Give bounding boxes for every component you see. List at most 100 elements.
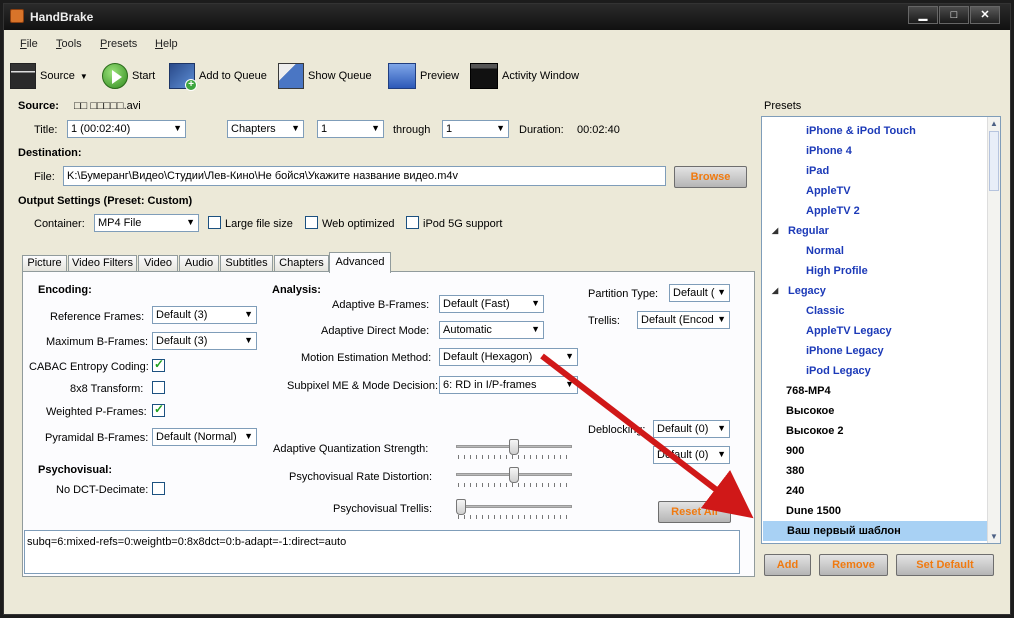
presets-list[interactable]: ▲ ▼ iPhone & iPod Touch iPhone 4 iPad Apple… — [761, 116, 1001, 544]
chapters-mode-select[interactable]: Chapters ▼ — [227, 120, 304, 138]
transform-8x8-checkbox[interactable] — [152, 381, 165, 394]
start-button[interactable]: Start — [102, 62, 155, 90]
toolbar: Source ▼ Start + Add to Queue Show Queue… — [4, 56, 1010, 94]
minimize-button[interactable]: ▁ — [908, 6, 938, 24]
browse-button[interactable]: Browse — [674, 166, 747, 188]
web-optimized-checkbox[interactable] — [305, 216, 318, 229]
title-bar[interactable]: HandBrake ▁ □ ✕ — [4, 4, 1010, 30]
deblocking-strength-select[interactable]: Default (0) ▼ — [653, 420, 730, 438]
remove-preset-button[interactable]: Remove — [819, 554, 888, 576]
chapter-start-select[interactable]: 1 ▼ — [317, 120, 384, 138]
menu-help[interactable]: Help — [155, 38, 178, 50]
presets-heading: Presets — [764, 100, 802, 112]
clapperboard-icon — [10, 63, 36, 89]
tab-subtitles[interactable]: Subtitles — [220, 255, 273, 272]
psy-trellis-slider[interactable] — [454, 499, 574, 523]
activity-window-button[interactable]: Activity Window — [470, 62, 579, 90]
preset-item[interactable]: AppleTV 2 — [762, 201, 988, 221]
add-to-queue-icon: + — [169, 63, 197, 91]
large-file-checkbox[interactable] — [208, 216, 221, 229]
preset-item[interactable]: AppleTV Legacy — [762, 321, 988, 341]
tab-picture[interactable]: Picture — [22, 255, 67, 272]
container-select[interactable]: MP4 File ▼ — [94, 214, 199, 232]
reset-all-button[interactable]: Reset All — [658, 501, 731, 523]
preset-item[interactable]: 380 — [762, 461, 988, 481]
tab-video-filters[interactable]: Video Filters — [68, 255, 137, 272]
aq-strength-thumb[interactable] — [509, 439, 519, 455]
cabac-checkbox[interactable] — [152, 357, 165, 372]
reference-frames-select[interactable]: Default (3) ▼ — [152, 306, 257, 324]
preview-button[interactable]: Preview — [388, 62, 459, 90]
preset-item[interactable]: iPhone Legacy — [762, 341, 988, 361]
deblocking-threshold-select[interactable]: Default (0) ▼ — [653, 446, 730, 464]
motion-estimation-select[interactable]: Default (Hexagon) ▼ — [439, 348, 578, 366]
menu-file[interactable]: File — [20, 38, 38, 50]
aq-strength-slider[interactable] — [454, 439, 574, 463]
destination-file-input[interactable]: K:\Бумеранг\Видео\Студии\Лев-Кино\Не бой… — [63, 166, 666, 186]
subpixel-me-select[interactable]: 6: RD in I/P-frames ▼ — [439, 376, 578, 394]
expand-triangle-icon[interactable]: ◢ — [772, 281, 778, 301]
preset-item[interactable]: iPod Legacy — [762, 361, 988, 381]
preset-item[interactable]: 900 — [762, 441, 988, 461]
preset-item[interactable]: AppleTV — [762, 181, 988, 201]
scroll-up-icon[interactable]: ▲ — [988, 117, 1000, 130]
x264-query-textbox[interactable]: subq=6:mixed-refs=0:weightb=0:8x8dct=0:b… — [24, 530, 740, 574]
preset-item[interactable]: 768-MP4 — [762, 381, 988, 401]
preset-item[interactable]: ◢ Legacy — [762, 281, 988, 301]
preset-item[interactable]: ◢ Regular — [762, 221, 988, 241]
preset-item-label: Высокое — [786, 405, 835, 417]
psy-trellis-thumb[interactable] — [456, 499, 466, 515]
presets-scrollbar[interactable]: ▲ ▼ — [987, 117, 1000, 543]
menu-tools[interactable]: Tools — [56, 38, 82, 50]
menu-presets[interactable]: Presets — [100, 38, 137, 50]
tab-audio[interactable]: Audio — [179, 255, 219, 272]
adaptive-direct-mode-value: Automatic — [443, 324, 492, 336]
add-to-queue-button[interactable]: + Add to Queue — [169, 62, 267, 91]
tab-chapters[interactable]: Chapters — [274, 255, 329, 272]
source-button[interactable]: Source ▼ — [10, 62, 88, 90]
close-button[interactable]: ✕ — [970, 6, 1000, 24]
adaptive-b-frames-select[interactable]: Default (Fast) ▼ — [439, 295, 544, 313]
preset-item-label: 900 — [786, 445, 805, 457]
maximum-b-frames-select[interactable]: Default (3) ▼ — [152, 332, 257, 350]
chevron-down-icon: ▼ — [717, 314, 726, 324]
analysis-heading: Analysis: — [272, 284, 321, 296]
preset-item[interactable]: Normal — [762, 241, 988, 261]
psy-rd-thumb[interactable] — [509, 467, 519, 483]
adaptive-direct-mode-select[interactable]: Automatic ▼ — [439, 321, 544, 339]
ipod-5g-checkbox[interactable] — [406, 216, 419, 229]
preset-item[interactable]: Dune 1500 — [762, 501, 988, 521]
psy-rd-slider[interactable] — [454, 467, 574, 491]
no-dct-decimate-checkbox[interactable] — [152, 482, 165, 495]
title-select[interactable]: 1 (00:02:40) ▼ — [67, 120, 186, 138]
maximize-button[interactable]: □ — [939, 6, 969, 24]
set-default-preset-button[interactable]: Set Default — [896, 554, 994, 576]
chevron-down-icon: ▼ — [244, 335, 253, 345]
preset-item[interactable]: Высокое — [762, 401, 988, 421]
expand-triangle-icon[interactable]: ◢ — [772, 221, 778, 241]
scroll-down-icon[interactable]: ▼ — [988, 530, 1000, 543]
destination-heading: Destination: — [18, 147, 82, 159]
preset-item[interactable]: High Profile — [762, 261, 988, 281]
preset-item[interactable]: iPhone & iPod Touch — [762, 121, 988, 141]
chevron-down-icon: ▼ — [173, 123, 182, 133]
weighted-p-frames-checkbox[interactable] — [152, 402, 165, 417]
show-queue-button[interactable]: Show Queue — [278, 62, 372, 90]
preset-item[interactable]: 240 — [762, 481, 988, 501]
pyramidal-b-frames-select[interactable]: Default (Normal) ▼ — [152, 428, 257, 446]
scroll-thumb[interactable] — [989, 131, 999, 191]
tab-video[interactable]: Video — [138, 255, 178, 272]
chapter-end-select[interactable]: 1 ▼ — [442, 120, 509, 138]
preset-item[interactable]: Ваш первый шаблон — [763, 521, 987, 541]
add-preset-button[interactable]: Add — [764, 554, 811, 576]
preset-item-label: 380 — [786, 465, 805, 477]
tab-advanced[interactable]: Advanced — [329, 252, 391, 273]
preset-item[interactable]: Высокое 2 — [762, 421, 988, 441]
preset-item[interactable]: iPad — [762, 161, 988, 181]
pyramidal-b-frames-value: Default (Normal) — [156, 431, 237, 443]
preset-item-label: Dune 1500 — [786, 505, 842, 517]
partition-type-select[interactable]: Default (▼ — [669, 284, 730, 302]
preset-item[interactable]: Classic — [762, 301, 988, 321]
preset-item[interactable]: iPhone 4 — [762, 141, 988, 161]
trellis-select[interactable]: Default (Encod ▼ — [637, 311, 730, 329]
